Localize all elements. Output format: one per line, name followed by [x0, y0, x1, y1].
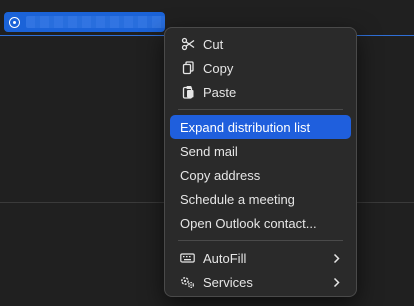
- menu-item-label: Paste: [203, 84, 237, 100]
- menu-item-label: Services: [203, 274, 253, 290]
- menu-item-label: Schedule a meeting: [180, 191, 295, 207]
- menu-divider: [178, 109, 343, 110]
- menu-item-label: AutoFill: [203, 250, 247, 266]
- menu-item-cut[interactable]: Cut: [170, 32, 351, 56]
- scissors-icon: [180, 37, 195, 52]
- keyboard-icon: [180, 251, 195, 266]
- menu-item-expand-distribution-list[interactable]: Expand distribution list: [170, 115, 351, 139]
- menu-item-paste[interactable]: Paste: [170, 80, 351, 104]
- recipient-chip[interactable]: [4, 12, 165, 32]
- gear-icon: [180, 275, 195, 290]
- menu-item-open-outlook-contact[interactable]: Open Outlook contact...: [170, 211, 351, 235]
- chevron-right-icon: [331, 250, 341, 266]
- menu-item-autofill[interactable]: AutoFill: [170, 246, 351, 270]
- recipient-name-redacted: [26, 16, 165, 28]
- chevron-right-icon: [331, 274, 341, 290]
- menu-item-copy[interactable]: Copy: [170, 56, 351, 80]
- menu-item-label: Copy address: [180, 167, 261, 183]
- menu-item-label: Send mail: [180, 143, 238, 159]
- context-menu: Cut Copy Paste Expand distribution list …: [164, 27, 357, 297]
- paste-icon: [180, 85, 195, 100]
- menu-item-copy-address[interactable]: Copy address: [170, 163, 351, 187]
- menu-divider: [178, 240, 343, 241]
- menu-item-schedule-meeting[interactable]: Schedule a meeting: [170, 187, 351, 211]
- copy-icon: [180, 61, 195, 76]
- menu-item-services[interactable]: Services: [170, 270, 351, 294]
- menu-item-label: Cut: [203, 36, 224, 52]
- menu-item-label: Expand distribution list: [180, 119, 311, 135]
- menu-item-label: Open Outlook contact...: [180, 215, 317, 231]
- compose-window: Cut Copy Paste Expand distribution list …: [0, 0, 414, 306]
- menu-item-label: Copy: [203, 60, 234, 76]
- recipient-chip-icon: [9, 16, 20, 28]
- menu-item-send-mail[interactable]: Send mail: [170, 139, 351, 163]
